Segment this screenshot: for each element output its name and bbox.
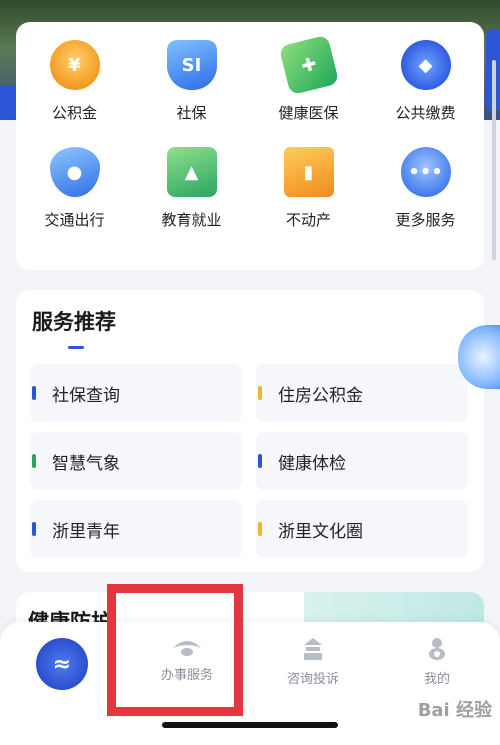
services-card: ¥ 公积金 SI 社保 ✚ 健康医保 ◆ 公共缴费 ● 交通出行 ▲ 教育就业 ▮ 不动产 ••• 更多服务: [16, 22, 484, 270]
tab-consult[interactable]: 咨询投诉: [258, 636, 368, 687]
recommend-item[interactable]: 健康体检: [256, 432, 468, 490]
accent-bar: [258, 522, 262, 536]
recommend-label: 浙里文化圈: [278, 521, 363, 542]
service-label: 教育就业: [161, 211, 222, 229]
building-icon: ▮: [283, 147, 334, 197]
recommend-label: 健康体检: [278, 453, 346, 474]
recommend-item[interactable]: 浙里文化圈: [256, 500, 468, 558]
service-item[interactable]: ✚ 健康医保: [250, 34, 367, 123]
service-label: 健康医保: [278, 104, 339, 122]
service-item[interactable]: ◆ 公共缴费: [367, 40, 484, 123]
recommend-grid: 社保查询 住房公积金智慧气象 健康体检浙里青年 浙里文化圈: [30, 364, 470, 558]
service-label: 公共缴费: [395, 104, 456, 122]
icon-glyph: •••: [408, 161, 443, 183]
title-underline: [68, 346, 84, 349]
services-grid: ¥ 公积金 SI 社保 ✚ 健康医保 ◆ 公共缴费 ● 交通出行 ▲ 教育就业 ▮ 不动产 ••• 更多服务: [16, 34, 484, 230]
accent-bar: [32, 522, 36, 536]
shield-icon: SI: [166, 40, 217, 90]
service-label: 不动产: [285, 211, 331, 229]
service-item[interactable]: ••• 更多服务: [367, 147, 484, 230]
more-icon: •••: [400, 147, 451, 197]
highlight-annotation-box: [107, 584, 243, 716]
service-item[interactable]: SI 社保: [133, 40, 250, 123]
scrollbar[interactable]: [492, 60, 496, 260]
service-label: 公积金: [51, 104, 97, 122]
location-pin-icon: ●: [49, 147, 100, 197]
recommend-label: 智慧气象: [52, 453, 120, 474]
section-title: 服务推荐: [32, 310, 116, 334]
tab-mine[interactable]: 我的: [382, 636, 492, 687]
icon-glyph: ▮: [303, 161, 314, 183]
icon-glyph: ▲: [184, 161, 199, 183]
graduation-cap-icon: ▲: [166, 147, 217, 197]
watermark: Bai 经验: [417, 700, 492, 721]
icon-glyph: ●: [66, 161, 83, 183]
service-item[interactable]: ¥ 公积金: [16, 40, 133, 123]
accent-bar: [258, 454, 262, 468]
recommend-item[interactable]: 住房公积金: [256, 364, 468, 422]
icon-glyph: ¥: [68, 54, 81, 76]
service-item[interactable]: ▲ 教育就业: [133, 147, 250, 230]
tab-label: 咨询投诉: [286, 672, 339, 687]
payment-icon: ◆: [400, 40, 451, 90]
service-label: 更多服务: [395, 211, 456, 229]
recommend-item[interactable]: 社保查询: [30, 364, 242, 422]
home-logo-icon[interactable]: ≈: [36, 638, 88, 690]
accent-bar: [32, 386, 36, 400]
accent-bar: [32, 454, 36, 468]
recommend-label: 浙里青年: [52, 521, 120, 542]
recommend-card: 服务推荐 社保查询 住房公积金智慧气象 健康体检浙里青年 浙里文化圈: [16, 290, 484, 572]
icon-glyph: SI: [181, 54, 202, 76]
recommend-label: 住房公积金: [278, 385, 363, 406]
icon-glyph: ◆: [418, 54, 433, 76]
consult-icon: [304, 638, 322, 660]
home-indicator[interactable]: [162, 722, 338, 728]
coin-icon: ¥: [49, 40, 100, 90]
service-label: 社保: [176, 104, 207, 122]
recommend-item[interactable]: 浙里青年: [30, 500, 242, 558]
health-card-icon: ✚: [278, 34, 339, 96]
accent-bar: [258, 386, 262, 400]
recommend-item[interactable]: 智慧气象: [30, 432, 242, 490]
service-label: 交通出行: [44, 211, 105, 229]
recommend-label: 社保查询: [52, 385, 120, 406]
service-item[interactable]: ● 交通出行: [16, 147, 133, 230]
service-item[interactable]: ▮ 不动产: [250, 147, 367, 230]
user-icon: [429, 638, 445, 660]
tab-label: 我的: [423, 672, 450, 687]
icon-glyph: ✚: [298, 52, 319, 78]
